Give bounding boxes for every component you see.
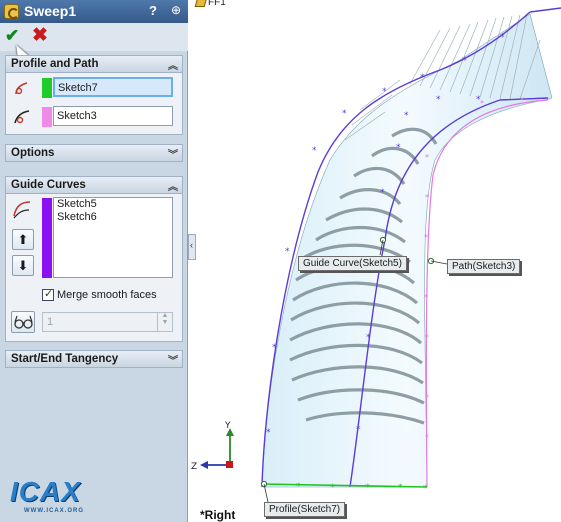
svg-text:*: * [425, 393, 429, 402]
svg-text:*: * [266, 428, 271, 438]
svg-text:*: * [424, 233, 428, 242]
svg-text:*: * [285, 247, 290, 257]
svg-text:*: * [330, 483, 335, 493]
triad-z-label: Z [191, 462, 197, 472]
svg-text:*: * [272, 343, 277, 353]
svg-text:*: * [296, 482, 301, 492]
svg-text:*: * [436, 95, 441, 105]
svg-text:*: * [423, 484, 428, 494]
svg-text:*: * [312, 146, 317, 156]
svg-text:*: * [342, 109, 347, 119]
guide-curve-tail [529, 7, 561, 13]
svg-text:*: * [404, 111, 409, 121]
svg-text:*: * [382, 87, 387, 97]
triad-y-label: Y [224, 421, 231, 431]
sweep-surface [261, 13, 553, 488]
svg-text:*: * [424, 293, 428, 302]
svg-text:*: * [366, 333, 371, 343]
profile-callout[interactable]: Profile(Sketch7) [264, 502, 346, 517]
guide-curve-callout[interactable]: Guide Curve(Sketch5) [298, 256, 407, 271]
svg-text:*: * [356, 425, 361, 435]
svg-text:*: * [425, 333, 429, 342]
svg-text:*: * [520, 96, 524, 105]
path-curve [425, 99, 549, 488]
svg-text:*: * [500, 33, 505, 43]
svg-text:*: * [480, 99, 484, 108]
view-orientation-label: *Right [200, 508, 236, 522]
path-callout[interactable]: Path(Sketch3) [447, 259, 521, 274]
svg-text:*: * [425, 153, 429, 162]
svg-text:*: * [398, 483, 403, 493]
svg-text:*: * [425, 193, 429, 202]
svg-text:*: * [462, 56, 467, 66]
svg-text:*: * [380, 188, 385, 198]
svg-text:*: * [365, 483, 370, 493]
svg-text:*: * [425, 433, 429, 442]
svg-text:*: * [396, 143, 401, 153]
view-triad[interactable]: Y Z [191, 421, 234, 472]
svg-text:*: * [420, 73, 425, 83]
